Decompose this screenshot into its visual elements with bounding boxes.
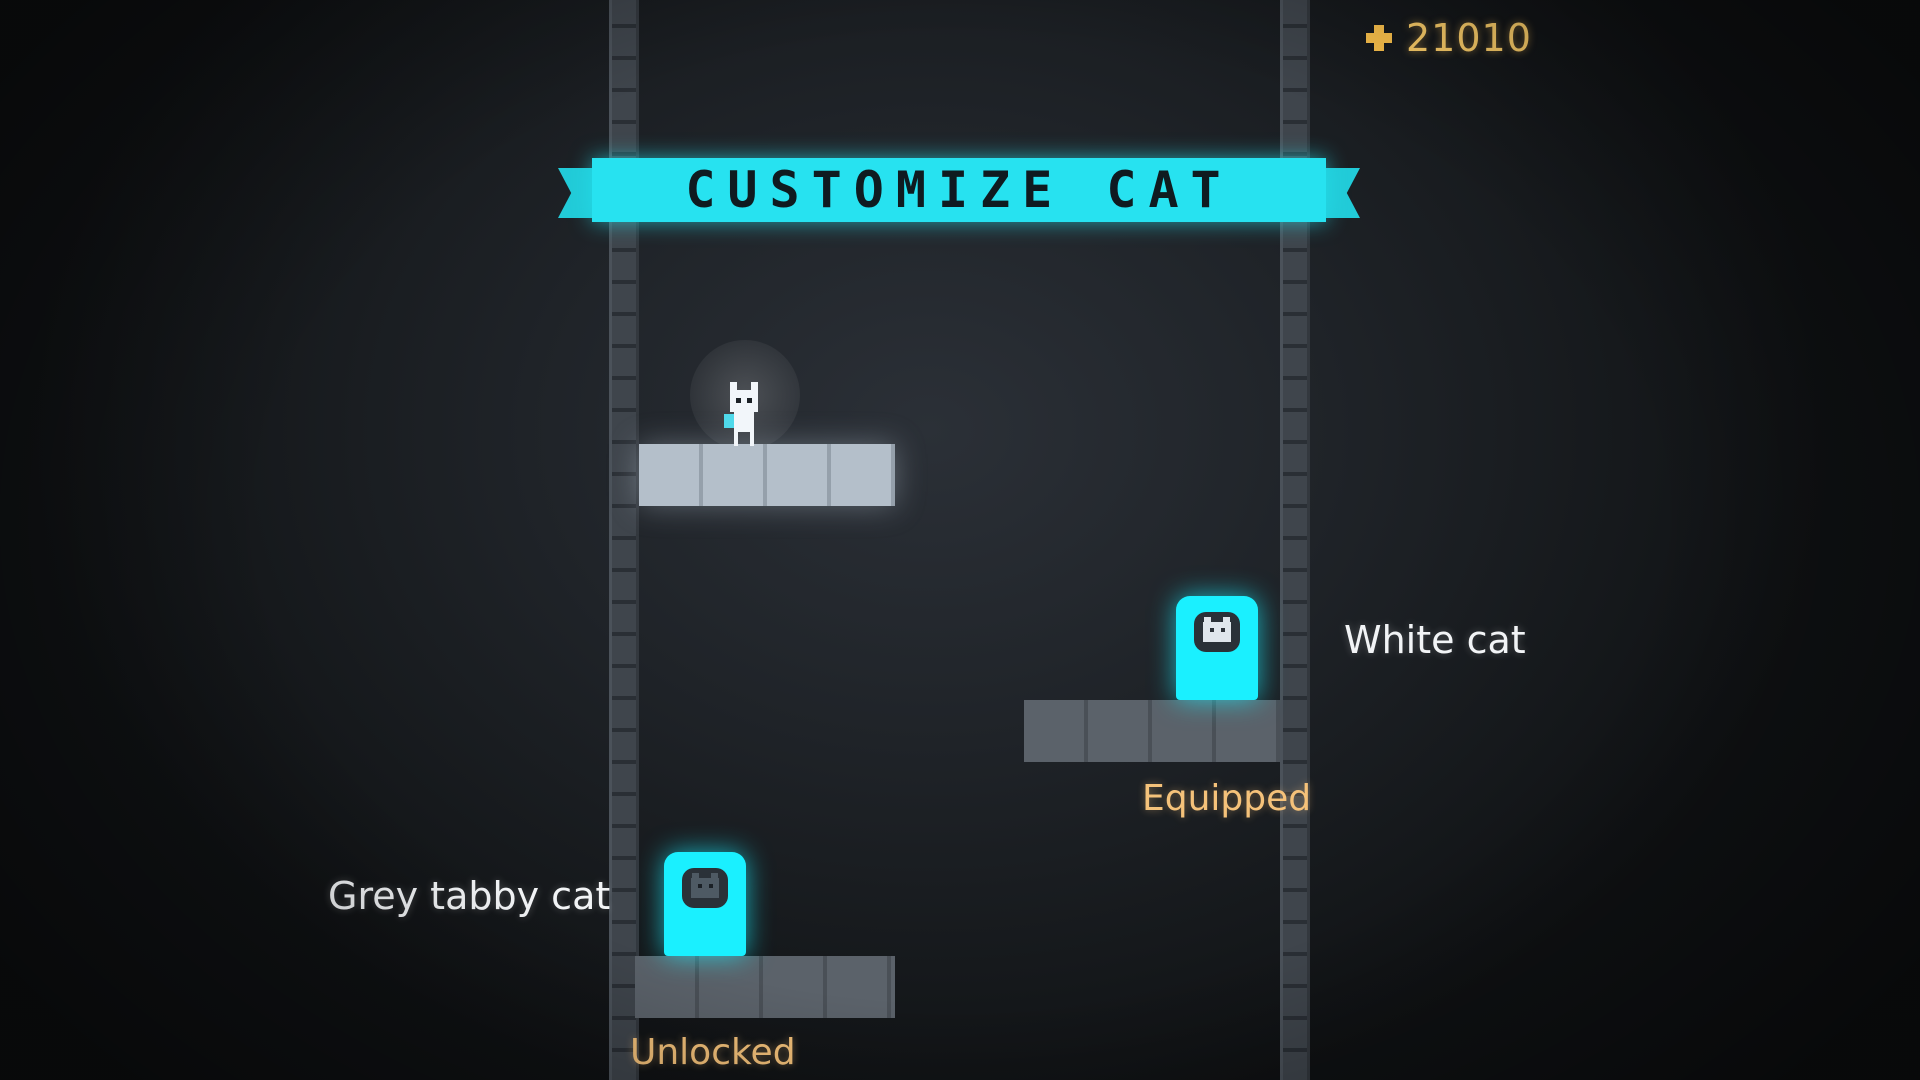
skin-status-grey-tabby-cat: Unlocked bbox=[630, 1032, 796, 1073]
skin-pod-white-cat[interactable] bbox=[1176, 596, 1258, 700]
skin-name-white-cat: White cat bbox=[1344, 618, 1526, 662]
title-banner: CUSTOMIZE CAT bbox=[558, 158, 1360, 222]
player-cat bbox=[724, 382, 764, 446]
grey-tabby-platform bbox=[635, 956, 895, 1018]
skin-pod-grey-tabby-cat[interactable] bbox=[664, 852, 746, 956]
skin-name-grey-tabby-cat: Grey tabby cat bbox=[328, 874, 611, 918]
white-cat-face-icon bbox=[1194, 612, 1240, 652]
coin-count: 21010 bbox=[1406, 16, 1532, 60]
coin-counter: 21010 bbox=[1366, 16, 1532, 60]
white-cat-platform bbox=[1024, 700, 1280, 762]
grey-tabby-cat-face-icon bbox=[682, 868, 728, 908]
coin-icon bbox=[1366, 25, 1392, 51]
game-scene: 21010 CUSTOMIZE CAT White cat Equipped G… bbox=[0, 0, 1920, 1080]
page-title: CUSTOMIZE CAT bbox=[685, 161, 1233, 219]
skin-status-white-cat: Equipped bbox=[1142, 778, 1312, 819]
start-platform bbox=[639, 444, 895, 506]
